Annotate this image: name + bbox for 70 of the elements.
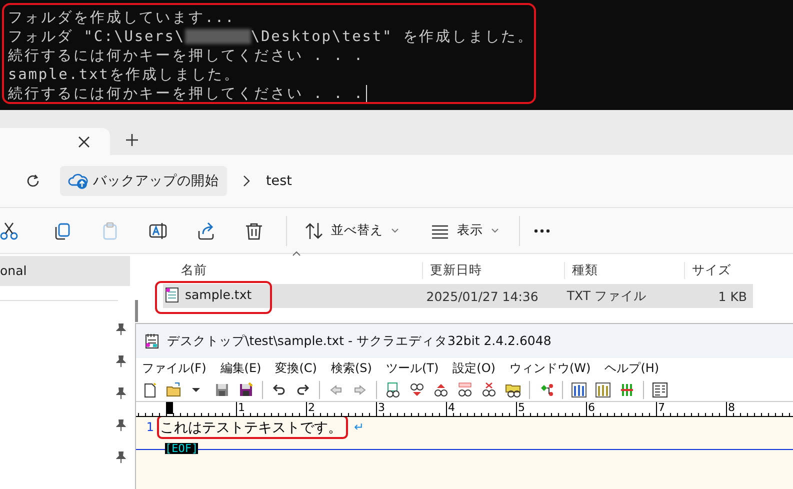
ruler-number: 1 xyxy=(236,402,306,413)
line-number: 1 xyxy=(145,420,154,434)
folder-icon[interactable] xyxy=(166,382,182,398)
close-icon[interactable] xyxy=(78,136,90,148)
ruler-number: 3 xyxy=(376,402,446,413)
console-text: \Desktop\test" を作成しました。 xyxy=(250,28,534,46)
text-line: これはテストテキストです。 xyxy=(160,420,342,436)
copy-icon[interactable] xyxy=(53,222,71,240)
chevron-right-icon xyxy=(242,175,250,187)
chevron-down-icon xyxy=(491,228,499,233)
table-cell-text: TXT ファイル xyxy=(566,288,648,304)
pin-icon[interactable] xyxy=(116,387,126,399)
plus-icon[interactable] xyxy=(126,134,138,146)
list-window-icon[interactable] xyxy=(652,382,668,398)
share-icon[interactable] xyxy=(197,222,215,240)
file-row[interactable]: sample.txt 2025/01/27 14:36 TXT ファイル 1 KB xyxy=(163,284,753,308)
ruler-number: 7 xyxy=(656,402,726,413)
table-cell-text: 1 KB xyxy=(717,288,748,304)
ruler-number: 6 xyxy=(586,402,656,413)
new-document-icon[interactable] xyxy=(142,382,158,398)
pin-icon[interactable] xyxy=(116,323,126,335)
redo-icon[interactable] xyxy=(295,382,311,398)
menu-item[interactable]: 編集(E) xyxy=(220,360,262,376)
pin-icon[interactable] xyxy=(116,451,126,463)
sort-icon xyxy=(305,222,323,240)
table-cell-text: 2025/01/27 14:36 xyxy=(425,288,540,304)
notepad-icon xyxy=(145,333,159,349)
nav-item[interactable]: onal xyxy=(0,256,130,286)
console-text: フォルダ "C:\Users\ xyxy=(8,28,186,46)
text-file-icon xyxy=(165,286,179,302)
pin-icon[interactable] xyxy=(116,355,126,367)
window-title: デスクトップ\test\sample.txt - サクラエディタ32bit 2.4.2.6048 xyxy=(167,332,552,350)
trash-icon[interactable] xyxy=(245,222,263,240)
newline-mark: ↵ xyxy=(354,420,364,434)
menu-item[interactable]: 設定(O) xyxy=(452,360,496,376)
breadcrumb-item[interactable]: バックアップの開始 xyxy=(60,166,227,196)
column-header[interactable]: 種類 xyxy=(564,262,684,278)
cloud-icon xyxy=(68,172,88,190)
column-header[interactable]: 更新日時 xyxy=(422,262,564,278)
ruler-number: 4 xyxy=(446,402,516,413)
scissors-icon[interactable] xyxy=(0,222,18,240)
refresh-icon[interactable] xyxy=(26,174,40,188)
menu-item[interactable]: ウィンドウ(W) xyxy=(509,360,591,376)
menu-item[interactable]: ツール(T) xyxy=(386,360,439,376)
sort-caret-icon xyxy=(292,251,301,256)
eof-marker: [EOF] xyxy=(165,443,198,454)
file-name: sample.txt xyxy=(185,287,252,302)
console-text: sample.txtを作成しました。 xyxy=(8,66,240,84)
text-area[interactable]: 1 これはテストテキストです。 ↵ [EOF] xyxy=(136,417,793,489)
chevron-down-icon xyxy=(391,228,399,233)
console-text: フォルダを作成しています... xyxy=(8,9,236,27)
menu-item[interactable]: 変換(C) xyxy=(275,360,317,376)
rename-icon[interactable] xyxy=(149,222,167,240)
ruler-marker xyxy=(166,402,173,414)
column-header[interactable]: サイズ xyxy=(684,262,759,278)
pin-icon[interactable] xyxy=(116,419,126,431)
menu-item[interactable]: 検索(S) xyxy=(330,360,372,376)
menu-item[interactable]: ファイル(F) xyxy=(142,360,206,376)
menu-item[interactable]: ヘルプ(H) xyxy=(604,360,660,376)
undo-icon[interactable] xyxy=(271,382,287,398)
breadcrumb-item[interactable]: test xyxy=(266,173,292,189)
scrollbar xyxy=(135,300,138,322)
console-text: 続行するには何かキーを押してください . . . xyxy=(8,47,364,65)
console-text: 続行するには何かキーを押してください . . . xyxy=(8,85,364,103)
ruler-number: 2 xyxy=(306,402,376,413)
ruler-number: 8 xyxy=(726,402,793,413)
ruler-number: 5 xyxy=(516,402,586,413)
column-header[interactable]: 名前 xyxy=(163,262,422,278)
view-button[interactable]: 表示 xyxy=(419,212,509,248)
sort-button[interactable]: 並べ替え xyxy=(293,212,409,248)
